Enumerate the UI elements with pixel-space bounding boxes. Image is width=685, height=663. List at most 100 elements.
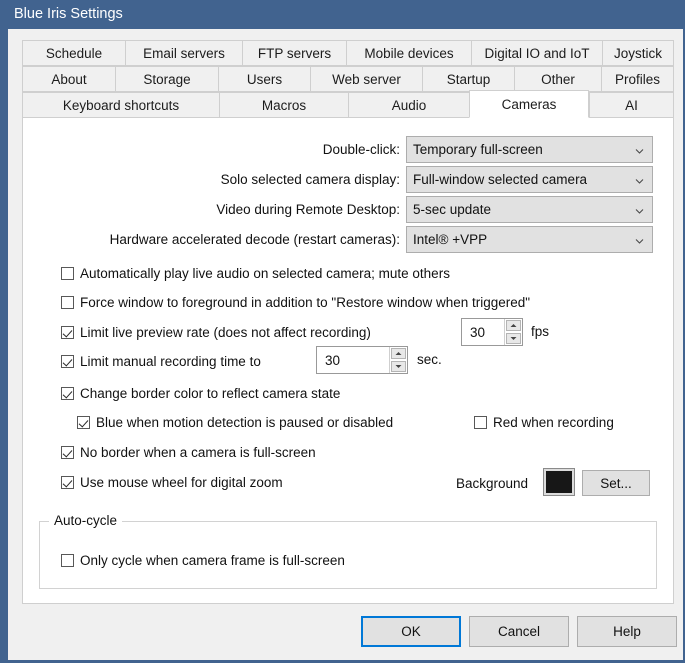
tab-label: Mobile devices: [364, 45, 454, 61]
hardware-accelerated-decode-row: Hardware accelerated decode (restart cam…: [110, 226, 653, 253]
window-title-bar: Blue Iris Settings: [0, 0, 685, 29]
checkbox-change-border-color[interactable]: Change border color to reflect camera st…: [61, 386, 340, 401]
tab-cameras[interactable]: Cameras: [469, 90, 589, 118]
checkbox-label: Automatically play live audio on selecte…: [80, 266, 450, 281]
solo-selected-camera-display-dropdown[interactable]: Full-window selected camera: [406, 166, 653, 193]
tab-users[interactable]: Users: [218, 66, 310, 92]
fps-spinner[interactable]: 30: [461, 318, 523, 346]
checkbox-limit-manual-recording[interactable]: Limit manual recording time to: [61, 354, 261, 369]
checkbox-label: Limit live preview rate (does not affect…: [80, 325, 371, 340]
help-button[interactable]: Help: [577, 616, 677, 647]
tab-label: Startup: [446, 71, 491, 87]
tab-label: FTP servers: [257, 45, 332, 61]
tab-startup[interactable]: Startup: [422, 66, 514, 92]
tab-label: Profiles: [614, 71, 660, 87]
auto-cycle-group-title: Auto-cycle: [49, 513, 123, 528]
checkbox-box[interactable]: [61, 476, 74, 489]
checkbox-label: Use mouse wheel for digital zoom: [80, 475, 283, 490]
checkbox-no-border-fullscreen[interactable]: No border when a camera is full-screen: [61, 445, 316, 460]
checkbox-label: Force window to foreground in addition t…: [80, 295, 531, 310]
tab-web-server[interactable]: Web server: [310, 66, 422, 92]
spinner-down-icon[interactable]: [506, 333, 521, 344]
window-title: Blue Iris Settings: [14, 6, 123, 22]
checkbox-blue-when-paused[interactable]: Blue when motion detection is paused or …: [77, 415, 393, 430]
tab-digital-io-and-iot[interactable]: Digital IO and IoT: [471, 40, 602, 66]
tab-label: Email servers: [143, 45, 225, 61]
tab-label: Audio: [391, 97, 427, 113]
chevron-down-icon: [635, 147, 644, 156]
checkbox-force-foreground[interactable]: Force window to foreground in addition t…: [61, 295, 530, 310]
manual-recording-spinner-buttons: [389, 347, 407, 373]
tab-ftp-servers[interactable]: FTP servers: [242, 40, 346, 66]
tab-label: Storage: [143, 71, 191, 87]
tab-joystick[interactable]: Joystick: [602, 40, 674, 66]
tab-storage[interactable]: Storage: [115, 66, 218, 92]
manual-recording-seconds-value[interactable]: 30: [317, 347, 389, 373]
background-color-swatch[interactable]: [543, 468, 575, 496]
tab-label: Keyboard shortcuts: [62, 97, 180, 113]
checkbox-box[interactable]: [61, 267, 74, 280]
checkbox-box[interactable]: [61, 355, 74, 368]
chevron-down-icon: [635, 237, 644, 246]
tab-about[interactable]: About: [22, 66, 115, 92]
double-click-dropdown[interactable]: Temporary full-screen: [406, 136, 653, 163]
checkbox-only-cycle-fullscreen[interactable]: Only cycle when camera frame is full-scr…: [61, 553, 345, 568]
hardware-accelerated-decode-dropdown[interactable]: Intel® +VPP: [406, 226, 653, 253]
double-click-label: Double-click:: [322, 142, 400, 157]
checkbox-box[interactable]: [77, 416, 90, 429]
tab-email-servers[interactable]: Email servers: [125, 40, 242, 66]
fps-unit-label: fps: [531, 324, 550, 339]
video-during-remote-desktop-label: Video during Remote Desktop:: [216, 202, 400, 217]
background-set-button[interactable]: Set...: [582, 470, 650, 496]
ok-button[interactable]: OK: [361, 616, 461, 647]
solo-selected-camera-display-label: Solo selected camera display:: [220, 172, 400, 187]
tab-label: Schedule: [45, 45, 103, 61]
spinner-up-icon[interactable]: [391, 348, 406, 359]
tab-label: Other: [541, 71, 575, 87]
tab-label: Macros: [261, 97, 307, 113]
checkbox-box[interactable]: [474, 416, 487, 429]
tab-audio[interactable]: Audio: [348, 92, 469, 118]
tab-macros[interactable]: Macros: [219, 92, 348, 118]
tab-label: Users: [246, 71, 283, 87]
background-label: Background: [456, 476, 529, 491]
checkbox-box[interactable]: [61, 387, 74, 400]
checkbox-limit-preview-rate[interactable]: Limit live preview rate (does not affect…: [61, 325, 371, 340]
checkbox-auto-play-audio[interactable]: Automatically play live audio on selecte…: [61, 266, 450, 281]
tab-label: Cameras: [501, 96, 557, 112]
tab-ai[interactable]: AI: [589, 92, 674, 118]
tab-label: AI: [625, 97, 638, 113]
tab-other[interactable]: Other: [514, 66, 601, 92]
fps-value[interactable]: 30: [462, 319, 504, 345]
hardware-accelerated-decode-value: Intel® +VPP: [413, 232, 488, 247]
tab-keyboard-shortcuts[interactable]: Keyboard shortcuts: [22, 92, 219, 118]
tab-label: About: [51, 71, 87, 87]
fps-spinner-buttons: [504, 319, 522, 345]
manual-recording-seconds-spinner[interactable]: 30: [316, 346, 408, 374]
checkbox-box[interactable]: [61, 296, 74, 309]
checkbox-box[interactable]: [61, 326, 74, 339]
cameras-settings-panel: Double-click: Temporary full-screen Solo…: [22, 118, 674, 604]
checkbox-label: Change border color to reflect camera st…: [80, 386, 341, 401]
tab-row-1: Schedule Email servers FTP servers Mobil…: [22, 40, 674, 66]
spinner-down-icon[interactable]: [391, 361, 406, 372]
chevron-down-icon: [635, 177, 644, 186]
dialog-footer: OK Cancel Help: [8, 604, 683, 660]
video-during-remote-desktop-row: Video during Remote Desktop: 5-sec updat…: [216, 196, 653, 223]
solo-selected-camera-display-value: Full-window selected camera: [413, 172, 588, 187]
video-during-remote-desktop-dropdown[interactable]: 5-sec update: [406, 196, 653, 223]
checkbox-mouse-wheel-zoom[interactable]: Use mouse wheel for digital zoom: [61, 475, 283, 490]
tab-schedule[interactable]: Schedule: [22, 40, 125, 66]
checkbox-box[interactable]: [61, 446, 74, 459]
checkbox-label: Only cycle when camera frame is full-scr…: [80, 553, 345, 568]
tab-mobile-devices[interactable]: Mobile devices: [346, 40, 471, 66]
hardware-accelerated-decode-label: Hardware accelerated decode (restart cam…: [109, 232, 400, 247]
tab-label: Web server: [332, 71, 401, 87]
checkbox-red-when-recording[interactable]: Red when recording: [474, 415, 614, 430]
checkbox-label: Red when recording: [493, 415, 614, 430]
spinner-up-icon[interactable]: [506, 320, 521, 331]
checkbox-box[interactable]: [61, 554, 74, 567]
cancel-button[interactable]: Cancel: [469, 616, 569, 647]
checkbox-label: No border when a camera is full-screen: [80, 445, 316, 460]
tab-profiles[interactable]: Profiles: [601, 66, 674, 92]
